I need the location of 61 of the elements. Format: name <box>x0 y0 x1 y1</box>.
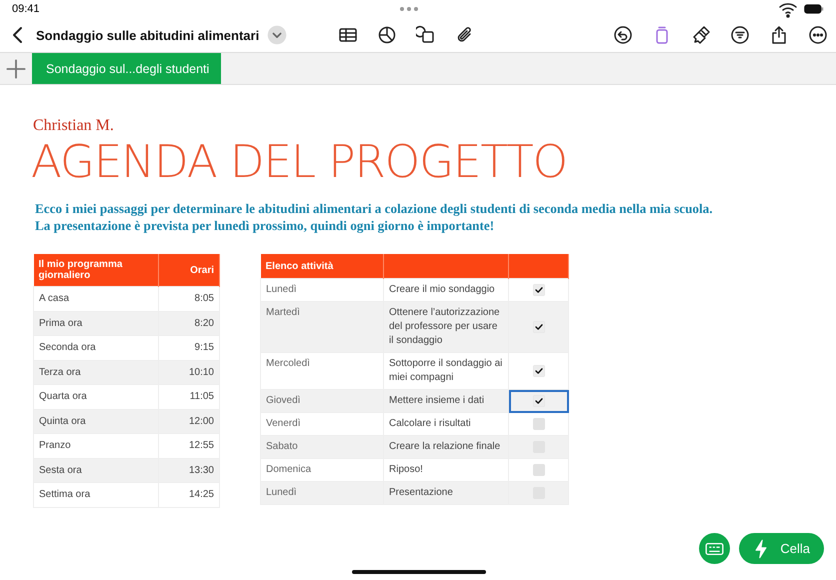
table-cell: Creare il mio sondaggio <box>384 278 508 302</box>
intro-text: Ecco i miei passaggi per determinare le abitudini alimentari a colazione degli studenti di seconda media nella mia scuola. <box>35 200 714 217</box>
add-icon[interactable] <box>6 58 26 78</box>
paintbrush-icon[interactable] <box>691 25 711 45</box>
cell-button[interactable]: Cella <box>739 533 824 564</box>
clock-time: 09:41 <box>12 3 40 15</box>
table-cell: Lunedì <box>260 278 384 302</box>
table-cell: Mettere insieme i dati <box>384 390 508 412</box>
document-title[interactable]: Sondaggio sulle abitudini alimentari <box>36 28 260 42</box>
column-header: Orari <box>158 254 220 286</box>
more-dots-icon <box>400 7 418 11</box>
table-cell: A casa <box>34 286 158 311</box>
table-cell: 12:55 <box>158 434 220 458</box>
pie-chart-icon[interactable] <box>377 25 397 45</box>
filter-icon[interactable] <box>730 25 750 45</box>
table-cell: 8:05 <box>158 286 220 311</box>
table-cell: Seconda ora <box>34 336 158 360</box>
table-cell: Quarta ora <box>34 384 158 409</box>
sheet-tab[interactable]: Sondaggio sul...degli studenti <box>32 53 222 84</box>
checkbox-cell[interactable] <box>508 482 568 504</box>
more-icon[interactable] <box>808 25 828 45</box>
table-cell: 8:20 <box>158 311 220 336</box>
undo-icon[interactable] <box>613 25 633 45</box>
table-cell: Settima ora <box>34 482 158 507</box>
table-cell: Ottenere l’autorizzazione del professore per usare il sondaggio <box>384 302 508 352</box>
table-cell: Giovedì <box>260 390 384 412</box>
table-cell: 12:00 <box>158 409 220 434</box>
author-name: Christian M. <box>33 117 115 135</box>
table-cell: Lunedì <box>260 482 384 504</box>
keyboard-button[interactable] <box>699 533 730 564</box>
column-header: Elenco attività <box>260 254 384 278</box>
column-header: Il mio programma giornaliero <box>34 254 158 286</box>
checkbox-cell[interactable] <box>508 436 568 458</box>
chevron-down-icon[interactable] <box>267 25 288 45</box>
table-cell: 10:10 <box>158 360 220 384</box>
table-cell: 9:15 <box>158 336 220 360</box>
table-cell: Terza ora <box>34 360 158 384</box>
checkbox-cell[interactable] <box>508 302 568 352</box>
table-cell: Presentazione <box>384 482 508 504</box>
table-cell: Martedì <box>260 302 384 352</box>
checkbox-checked-icon[interactable] <box>532 365 544 377</box>
checkbox-cell[interactable] <box>508 278 568 302</box>
table-cell: Sabato <box>260 436 384 458</box>
table-cell: Pranzo <box>34 434 158 458</box>
table-cell: Prima ora <box>34 311 158 336</box>
table-cell: Creare la relazione finale <box>384 436 508 458</box>
checkbox-checked-icon[interactable] <box>532 284 544 296</box>
wifi-icon <box>778 0 798 19</box>
table-cell: 13:30 <box>158 458 220 482</box>
table-cell: 11:05 <box>158 384 220 409</box>
page-heading: AGENDA DEL PROGETTO <box>31 137 568 187</box>
checkbox-checked-icon[interactable] <box>532 321 544 333</box>
checkbox-icon[interactable] <box>532 464 544 476</box>
checkbox-cell[interactable] <box>508 390 568 412</box>
intro-text: La presentazione è prevista per lunedì prossimo, quindi ogni giorno è importante! <box>35 217 496 234</box>
table-cell: Quinta ora <box>34 409 158 434</box>
table-cell: 14:25 <box>158 482 220 507</box>
checkbox-icon[interactable] <box>532 418 544 430</box>
checkbox-checked-icon[interactable] <box>532 395 544 407</box>
shapes-icon[interactable] <box>416 25 436 45</box>
table-cell: Sesta ora <box>34 458 158 482</box>
